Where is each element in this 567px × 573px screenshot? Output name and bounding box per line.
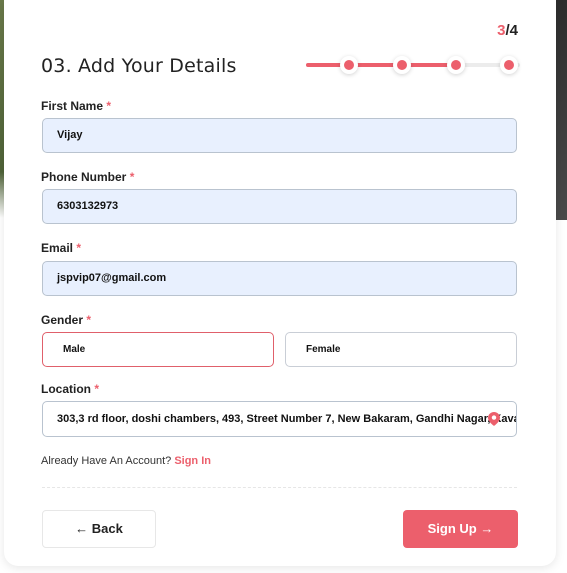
required-asterisk: * bbox=[106, 99, 112, 113]
gender-option-female[interactable]: Female bbox=[285, 332, 517, 367]
phone-label: Phone Number * bbox=[41, 170, 134, 184]
phone-input[interactable]: 6303132973 bbox=[42, 189, 517, 224]
required-asterisk: * bbox=[86, 313, 92, 327]
first-name-input[interactable]: Vijay bbox=[42, 118, 517, 153]
step-total: /4 bbox=[505, 22, 518, 39]
gender-label: Gender * bbox=[41, 313, 91, 327]
email-label-text: Email bbox=[41, 241, 74, 255]
signup-card: 3/4 03. Add Your Details First Name * Vi… bbox=[4, 0, 556, 566]
sign-in-link[interactable]: Sign In bbox=[174, 455, 211, 467]
location-value: 303,3 rd floor, doshi chambers, 493, Str… bbox=[57, 413, 517, 425]
first-name-label: First Name * bbox=[41, 99, 111, 113]
divider bbox=[42, 487, 517, 488]
location-label: Location * bbox=[41, 382, 99, 396]
required-asterisk: * bbox=[129, 170, 135, 184]
progress-stepper bbox=[306, 56, 520, 74]
first-name-label-text: First Name bbox=[41, 99, 104, 113]
phone-label-text: Phone Number bbox=[41, 170, 127, 184]
back-button[interactable]: ← Back bbox=[42, 510, 156, 548]
sign-up-button[interactable]: Sign Up → bbox=[403, 510, 518, 548]
required-asterisk: * bbox=[76, 241, 82, 255]
step-counter: 3/4 bbox=[497, 22, 518, 39]
gender-option-male[interactable]: Male bbox=[42, 332, 274, 367]
account-prompt: Already Have An Account? Sign In bbox=[41, 455, 211, 467]
gender-label-text: Gender bbox=[41, 313, 84, 327]
location-label-text: Location bbox=[41, 382, 91, 396]
progress-step-1 bbox=[340, 56, 358, 74]
location-pin-icon[interactable] bbox=[488, 412, 500, 426]
progress-fill bbox=[306, 63, 456, 67]
progress-step-2 bbox=[393, 56, 411, 74]
email-input[interactable]: jspvip07@gmail.com bbox=[42, 261, 517, 296]
progress-step-4 bbox=[500, 56, 518, 74]
page-title: 03. Add Your Details bbox=[41, 55, 237, 77]
account-prompt-text: Already Have An Account? bbox=[41, 455, 172, 467]
email-label: Email * bbox=[41, 241, 81, 255]
required-asterisk: * bbox=[94, 382, 100, 396]
location-input[interactable]: 303,3 rd floor, doshi chambers, 493, Str… bbox=[42, 401, 517, 437]
progress-step-3 bbox=[447, 56, 465, 74]
